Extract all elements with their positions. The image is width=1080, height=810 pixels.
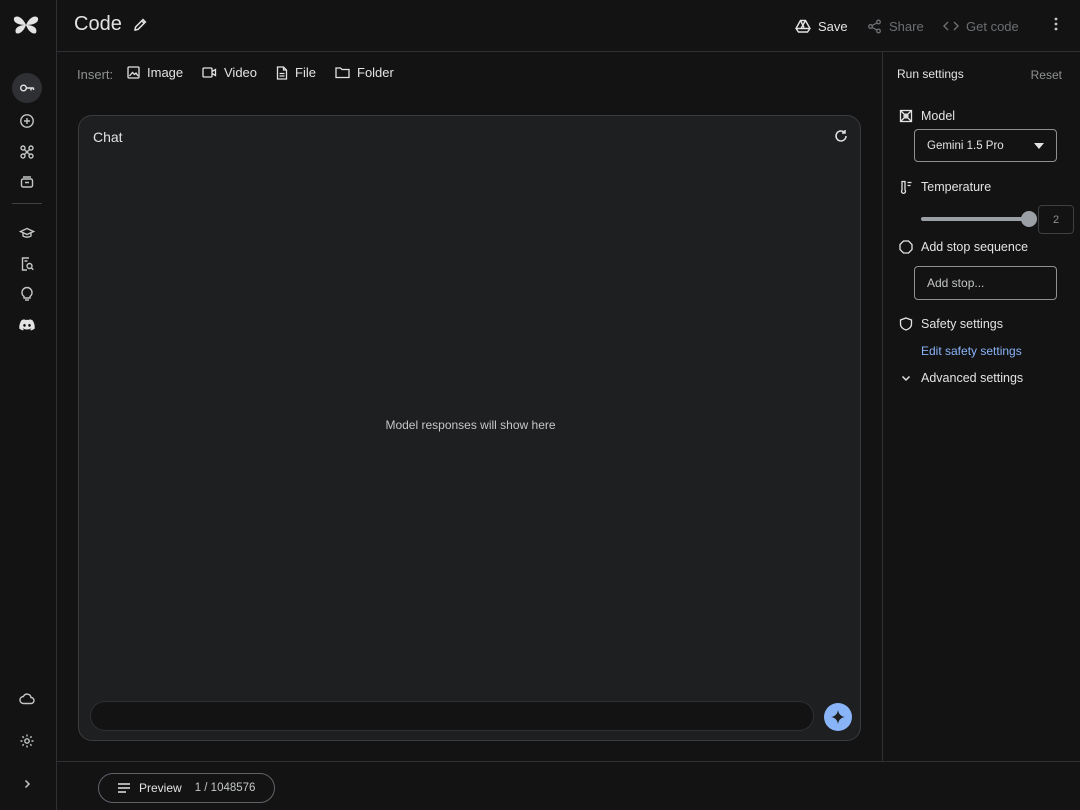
save-button[interactable]: Save	[795, 16, 848, 36]
share-button[interactable]: Share	[867, 16, 924, 36]
code-brackets-icon	[943, 21, 959, 31]
folder-icon	[335, 67, 350, 79]
rail-create-new-icon[interactable]	[12, 106, 42, 136]
model-select-value: Gemini 1.5 Pro	[927, 139, 1004, 152]
model-row: Model	[899, 109, 955, 123]
image-icon	[127, 66, 140, 79]
insert-folder-label: Folder	[357, 65, 394, 80]
stop-octagon-icon	[899, 240, 913, 254]
stop-sequence-input[interactable]	[914, 266, 1057, 300]
notes-lines-icon	[118, 783, 130, 793]
ai-studio-logo-icon[interactable]	[13, 12, 39, 38]
chat-panel: Chat Model responses will show here	[78, 115, 861, 741]
run-button[interactable]	[824, 703, 852, 731]
empty-chat-message: Model responses will show here	[385, 418, 556, 432]
preview-button[interactable]: Preview 1 / 1048576	[98, 773, 275, 803]
run-sparkle-icon	[831, 710, 845, 724]
insert-video-button[interactable]: Video	[202, 65, 257, 80]
stop-sequence-label: Add stop sequence	[921, 240, 1029, 254]
dropdown-caret-icon	[1034, 142, 1044, 149]
save-drive-icon	[795, 19, 811, 33]
rail-tune-model-icon[interactable]	[12, 137, 42, 167]
share-icon	[868, 19, 881, 33]
insert-label: Insert:	[77, 67, 114, 82]
more-options-kebab-icon[interactable]	[1054, 16, 1058, 32]
insert-folder-button[interactable]: Folder	[335, 65, 394, 80]
get-code-label: Get code	[966, 18, 1019, 34]
advanced-settings-label: Advanced settings	[921, 371, 1024, 385]
video-icon	[202, 67, 217, 78]
model-label: Model	[921, 109, 956, 123]
rail-documentation-icon[interactable]	[12, 249, 42, 279]
file-icon	[276, 65, 288, 80]
temperature-label: Temperature	[921, 180, 992, 194]
refresh-chat-icon[interactable]	[834, 129, 848, 143]
model-icon	[899, 109, 913, 123]
advanced-settings-toggle[interactable]: Advanced settings	[899, 371, 1023, 385]
safety-settings-row: Safety settings	[899, 317, 1003, 331]
insert-image-button[interactable]: Image	[127, 65, 183, 80]
edit-title-pencil-icon[interactable]	[133, 17, 148, 32]
temperature-slider-track	[921, 217, 1029, 221]
get-code-button[interactable]: Get code	[943, 16, 1019, 36]
preview-label: Preview	[139, 781, 182, 795]
insert-video-label: Video	[224, 65, 258, 80]
shield-icon	[899, 317, 913, 331]
chevron-down-icon	[901, 375, 911, 382]
temperature-slider[interactable]	[921, 211, 1037, 227]
prompt-input[interactable]	[90, 701, 814, 731]
chat-title: Chat	[93, 129, 123, 145]
safety-settings-label: Safety settings	[921, 317, 1003, 331]
stop-sequence-row: Add stop sequence	[899, 240, 1028, 254]
edit-safety-settings-link[interactable]: Edit safety settings	[921, 344, 1022, 358]
footer-bar: Preview 1 / 1048576	[57, 761, 1080, 810]
left-rail	[0, 0, 57, 810]
rail-expand-chevron-icon[interactable]	[12, 769, 42, 799]
page-title: Code	[74, 13, 122, 35]
app-root: Code Save Share Get code Insert: Image V…	[0, 0, 1080, 810]
run-settings-title: Run settings	[897, 67, 964, 81]
model-select[interactable]: Gemini 1.5 Pro	[914, 129, 1057, 162]
reset-settings-button[interactable]: Reset	[1031, 68, 1062, 82]
rail-library-icon[interactable]	[12, 167, 42, 197]
rail-get-api-key-icon[interactable]	[12, 73, 42, 103]
token-count: 1 / 1048576	[194, 782, 256, 794]
insert-file-label: File	[295, 65, 316, 80]
save-label: Save	[818, 18, 848, 34]
rail-drive-cloud-icon[interactable]	[12, 684, 42, 714]
share-label: Share	[889, 18, 924, 34]
top-header: Code Save Share Get code	[57, 0, 1080, 52]
rail-divider	[12, 203, 42, 204]
temperature-slider-thumb[interactable]	[1021, 211, 1037, 227]
rail-discord-icon[interactable]	[12, 310, 42, 340]
rail-settings-gear-icon[interactable]	[12, 726, 42, 756]
rail-prompt-gallery-icon[interactable]	[12, 279, 42, 309]
insert-image-label: Image	[147, 65, 184, 80]
run-settings-panel: Run settings Reset Model Gemini 1.5 Pro …	[882, 52, 1080, 761]
temperature-row: Temperature	[899, 180, 991, 194]
rail-cookbook-icon[interactable]	[12, 218, 42, 248]
temperature-value-input[interactable]: 2	[1038, 205, 1074, 234]
thermometer-icon	[900, 180, 912, 194]
insert-toolbar: Insert: Image Video File Folder	[57, 52, 882, 96]
insert-file-button[interactable]: File	[276, 65, 316, 80]
